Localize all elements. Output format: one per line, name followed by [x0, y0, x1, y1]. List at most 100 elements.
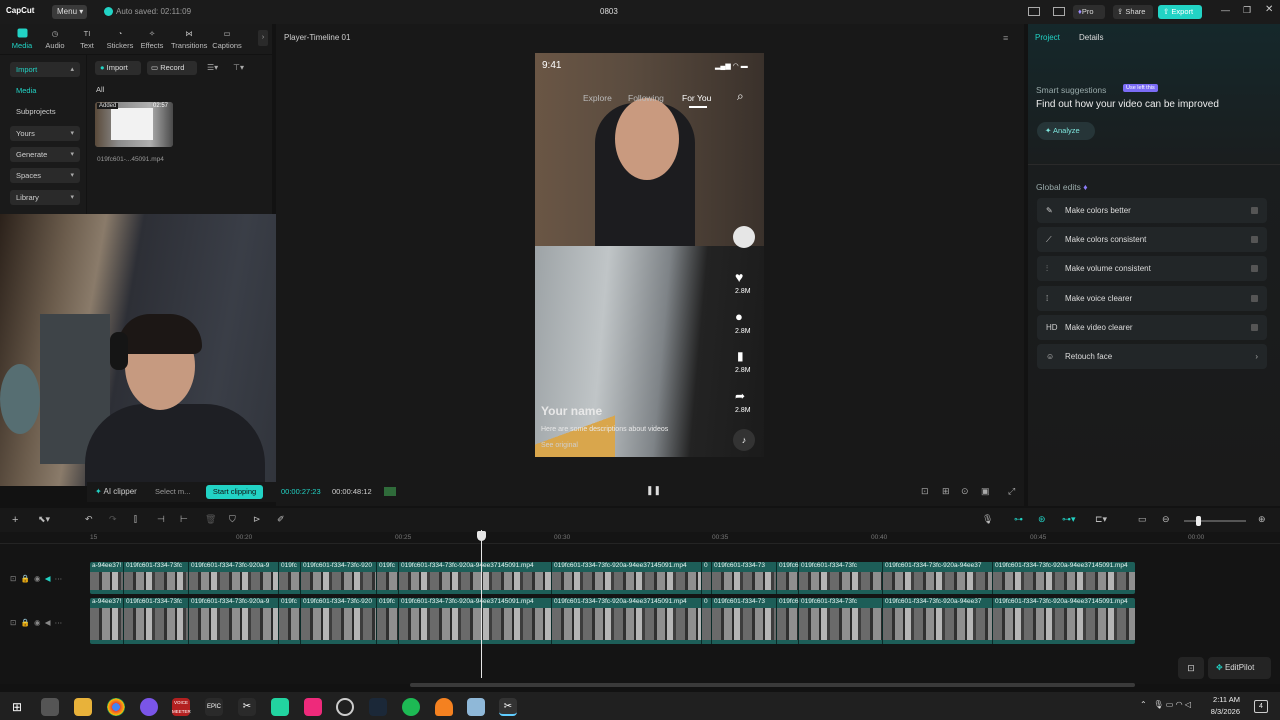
- zoom-slider-track[interactable]: [1184, 520, 1246, 522]
- fullscreen-icon[interactable]: ⤢: [1008, 486, 1015, 497]
- tab-media[interactable]: Media: [4, 27, 40, 50]
- tab-captions[interactable]: ▭ Captions: [209, 27, 245, 51]
- capcut-task-icon[interactable]: ✂: [238, 698, 256, 716]
- voicemeeter-icon[interactable]: VOICE MEETER: [172, 698, 191, 716]
- cloudflare-icon[interactable]: [435, 698, 453, 716]
- split-left-icon[interactable]: ⊣: [157, 514, 165, 525]
- timeline-clip[interactable]: 019fc6: [777, 598, 799, 644]
- timeline-clip[interactable]: 019fc601-f334-73fc-920a-94ee37145091.mp4: [993, 598, 1135, 644]
- toggle[interactable]: [1251, 295, 1258, 302]
- filter-icon[interactable]: ⊤▾: [233, 63, 244, 72]
- lock-icon[interactable]: 🔒: [20, 618, 29, 627]
- pause-icon[interactable]: ❚❚: [646, 485, 661, 496]
- tab-effects[interactable]: ✧ Effects: [134, 27, 170, 51]
- timeline-clip[interactable]: 019fc601-f334-73fc: [124, 562, 189, 594]
- more-icon[interactable]: ⋯: [55, 574, 63, 583]
- timeline-clip[interactable]: a-94ee37!: [90, 562, 124, 594]
- discord-icon[interactable]: [140, 698, 158, 716]
- layout-icon[interactable]: [1028, 7, 1040, 16]
- chrome-icon[interactable]: [107, 698, 125, 716]
- microphone-icon[interactable]: 🎙: [982, 514, 993, 525]
- phone-preview[interactable]: 9:41 ▂▄▆ ◠ ▬ Explore Following For You ⌕…: [535, 53, 764, 457]
- sort-icon[interactable]: ☰▾: [207, 63, 218, 72]
- tab-project[interactable]: Project: [1035, 33, 1060, 42]
- eye-icon[interactable]: ◉: [34, 574, 41, 583]
- feedback-icon[interactable]: ⊡: [1178, 657, 1204, 679]
- video-track-2[interactable]: a-94ee37! 019fc601-f334-73fc 019fc601-f334…: [90, 598, 1135, 644]
- obs-icon[interactable]: [336, 698, 354, 716]
- add-track-icon[interactable]: +: [12, 514, 18, 526]
- capcut-active-icon[interactable]: ✂: [499, 698, 517, 716]
- video-track-1[interactable]: a-94ee37! 019fc601-f334-73fc 019fc601-f334…: [90, 562, 1135, 594]
- playhead[interactable]: [481, 530, 482, 678]
- audio-link-icon[interactable]: ◀: [45, 574, 51, 583]
- edit-make-volume-consistent[interactable]: ⫶ Make volume consistent: [1037, 256, 1267, 281]
- timeline-clip[interactable]: 019fc6: [777, 562, 799, 594]
- edit-make-video-clearer[interactable]: HD Make video clearer: [1037, 315, 1267, 340]
- tray-icons[interactable]: ⌃ 🎙 ▭ ◠ ◁: [1140, 700, 1191, 709]
- timeline-clip[interactable]: 0: [702, 598, 712, 644]
- delete-icon[interactable]: 🗑: [205, 514, 216, 525]
- timeline-clip[interactable]: 019fc601-f334-73fc: [799, 562, 883, 594]
- auto-cut-icon[interactable]: ✐: [277, 514, 285, 525]
- magnet-icon[interactable]: ⊛: [1038, 514, 1046, 525]
- nav-yours[interactable]: Yours ▾: [10, 126, 80, 141]
- more-icon[interactable]: ⋯: [55, 618, 63, 627]
- timeline-clip[interactable]: 019fc: [377, 562, 399, 594]
- clock-time[interactable]: 2:11 AM: [1208, 695, 1240, 704]
- preview-axis-icon[interactable]: ⊏▾: [1095, 514, 1107, 525]
- freeze-icon[interactable]: ⊳: [253, 514, 261, 525]
- app-icon[interactable]: [271, 698, 289, 716]
- timeline-clip[interactable]: 019fc601-f334-73fc-920a-94ee37: [883, 598, 993, 644]
- export-button[interactable]: ⇧ Export: [1158, 5, 1202, 19]
- nav-spaces[interactable]: Spaces ▾: [10, 168, 80, 183]
- timeline-clip[interactable]: 019fc601-f334-73fc: [799, 598, 883, 644]
- toggle[interactable]: [1251, 207, 1258, 214]
- toggle[interactable]: [1251, 324, 1258, 331]
- thumbnail-icon[interactable]: ⊡: [10, 618, 16, 627]
- minimize-icon[interactable]: —: [1221, 5, 1230, 15]
- tab-audio[interactable]: ◷ Audio: [37, 27, 73, 51]
- notepad-icon[interactable]: [467, 698, 485, 716]
- eye-icon[interactable]: ◉: [34, 618, 41, 627]
- shield-icon[interactable]: ⛉: [229, 514, 236, 525]
- ratio-icon[interactable]: ▣: [981, 486, 990, 497]
- timeline-clip[interactable]: a-94ee37!: [90, 598, 124, 644]
- epic-games-icon[interactable]: EPIC: [205, 698, 223, 716]
- close-icon[interactable]: ✕: [1265, 4, 1273, 15]
- clock-date[interactable]: 8/3/2026: [1203, 707, 1240, 716]
- start-clipping-button[interactable]: Start clipping: [206, 485, 263, 499]
- taskview-icon[interactable]: [41, 698, 59, 716]
- tabs-more-icon[interactable]: ›: [258, 30, 268, 46]
- ai-clipper[interactable]: ✦ AI clipper: [95, 487, 137, 496]
- timeline-clip[interactable]: 0: [702, 562, 712, 594]
- timeline-clip[interactable]: 019fc601-f334-73fc-920: [301, 562, 377, 594]
- nav-media[interactable]: Media: [10, 83, 80, 98]
- tiktok-icon[interactable]: [304, 698, 322, 716]
- lock-icon[interactable]: 🔒: [20, 574, 29, 583]
- file-explorer-icon[interactable]: [74, 698, 92, 716]
- share-button[interactable]: ⇪ Share: [1113, 5, 1153, 19]
- timeline-clip[interactable]: 019fc601-f334-73: [712, 562, 777, 594]
- timeline-clip[interactable]: 019fc601-f334-73fc-920a-94ee37145091.mp4: [552, 598, 702, 644]
- timeline-scrollbar[interactable]: [410, 683, 1135, 687]
- zoom-in-icon[interactable]: ⊕: [1258, 514, 1266, 525]
- timeline-clip[interactable]: 019fc601-f334-73fc-920a-9: [189, 598, 279, 644]
- crop-icon[interactable]: ⊡: [921, 486, 929, 497]
- menu-button[interactable]: Menu ▾: [52, 5, 87, 19]
- shortcuts-icon[interactable]: [1053, 7, 1065, 16]
- nav-subprojects[interactable]: Subprojects: [10, 104, 80, 119]
- timeline-clip[interactable]: 019fc601-f334-73fc-920a-94ee37: [883, 562, 993, 594]
- caption-icon[interactable]: ▭: [1138, 514, 1147, 525]
- nav-library[interactable]: Library ▾: [10, 190, 80, 205]
- import-button[interactable]: ● Import: [95, 61, 141, 75]
- timeline-clip[interactable]: 019fc601-f334-73fc: [124, 598, 189, 644]
- mute-icon[interactable]: ◀: [45, 618, 51, 627]
- playhead-handle[interactable]: [477, 531, 486, 541]
- tab-transitions[interactable]: ⋈ Transitions: [171, 27, 207, 51]
- timeline-clip[interactable]: 019fc: [377, 598, 399, 644]
- redo-icon[interactable]: ↷: [109, 514, 117, 525]
- restore-icon[interactable]: ❐: [1243, 5, 1251, 16]
- editpilot-button[interactable]: ✥ EditPilot: [1208, 657, 1271, 679]
- toggle[interactable]: [1251, 236, 1258, 243]
